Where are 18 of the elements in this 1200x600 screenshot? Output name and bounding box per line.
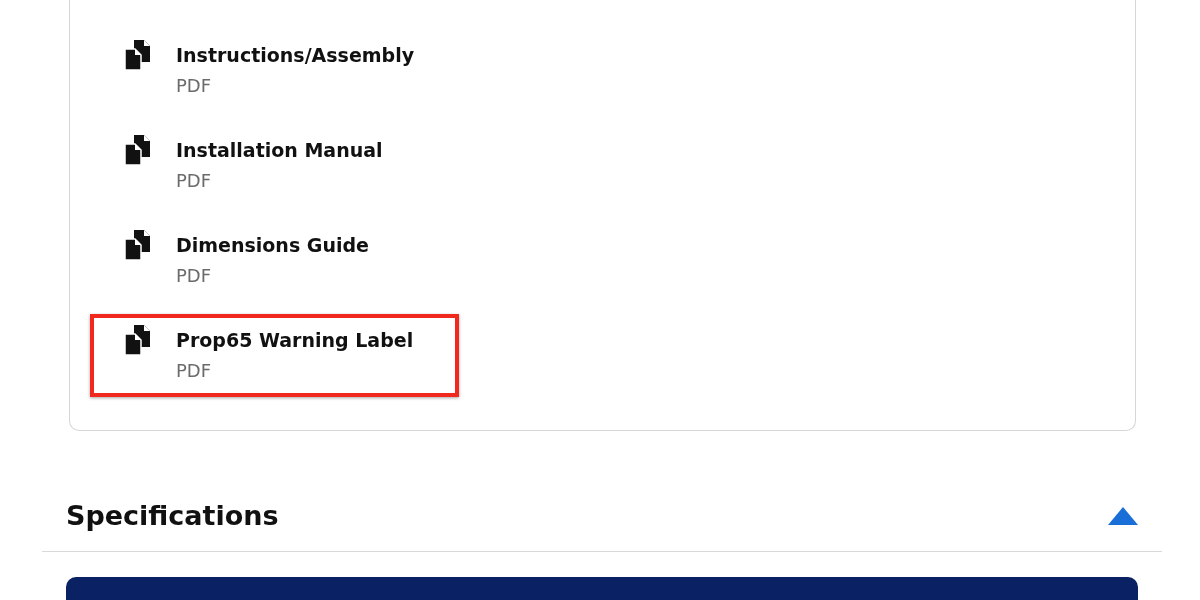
document-link[interactable]: Instructions/Assembly PDF xyxy=(90,29,461,112)
highlighted-document-link[interactable]: Prop65 Warning Label PDF xyxy=(90,314,460,397)
documents-icon xyxy=(124,325,152,355)
documents-icon xyxy=(124,135,152,165)
file-format: PDF xyxy=(176,169,213,193)
document-link[interactable]: Dimensions Guide PDF xyxy=(90,219,415,302)
file-format: PDF xyxy=(176,74,213,98)
file-format: PDF xyxy=(176,359,213,383)
document-title: Instructions/Assembly xyxy=(176,43,415,67)
file-format: PDF xyxy=(176,264,213,288)
collapse-toggle[interactable] xyxy=(1108,507,1138,525)
document-title: Prop65 Warning Label xyxy=(176,328,414,352)
document-title: Dimensions Guide xyxy=(176,233,369,257)
documents-icon xyxy=(124,230,152,260)
document-title: Installation Manual xyxy=(176,138,383,162)
document-link[interactable]: Installation Manual PDF xyxy=(90,124,429,207)
section-heading: Specifications xyxy=(66,499,279,533)
documents-icon xyxy=(124,40,152,70)
